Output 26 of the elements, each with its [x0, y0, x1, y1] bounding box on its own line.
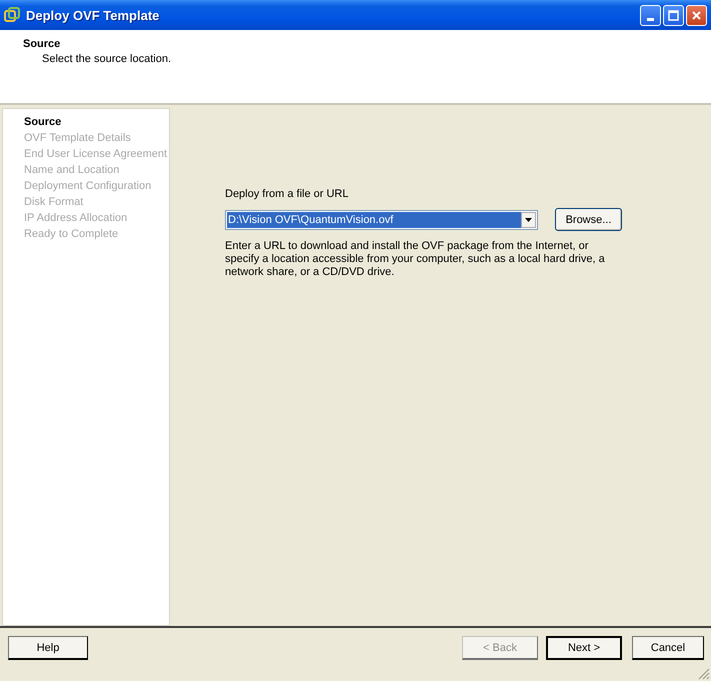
wizard-step: Ready to Complete	[24, 226, 118, 242]
window-title: Deploy OVF Template	[26, 8, 160, 22]
source-hint: Enter a URL to download and install the OVF package from the Internet, or specify a location accessible from your computer, such as a local hard drive, a network share, or a CD/DVD drive.	[225, 240, 606, 279]
wizard-step: Source	[24, 114, 62, 130]
step-title: Source	[23, 38, 62, 50]
app-icon	[4, 7, 20, 23]
close-icon	[691, 10, 702, 20]
source-combo-box[interactable]: D:\Vision OVF\QuantumVision.ovf	[225, 210, 538, 230]
wizard-step: Deployment Configuration	[24, 178, 152, 194]
close-button[interactable]	[686, 4, 707, 26]
step-subtitle: Select the source location.	[42, 53, 172, 65]
resize-grip-icon[interactable]	[698, 668, 710, 680]
source-label: Deploy from a file or URL	[225, 188, 350, 200]
browse-button[interactable]: Browse...	[555, 208, 622, 231]
maximize-icon	[668, 10, 679, 20]
wizard-step: OVF Template Details	[24, 130, 131, 146]
minimize-icon	[647, 18, 654, 20]
cancel-button[interactable]: Cancel	[632, 636, 704, 660]
wizard-step: End User License Agreement	[24, 146, 168, 162]
next-button[interactable]: Next >	[546, 636, 622, 660]
wizard-step: IP Address Allocation	[24, 210, 128, 226]
wizard-step: Name and Location	[24, 162, 120, 178]
wizard-step: Disk Format	[24, 194, 84, 210]
help-button[interactable]: Help	[8, 636, 88, 660]
maximize-button[interactable]	[663, 4, 684, 26]
minimize-button[interactable]	[640, 4, 661, 26]
